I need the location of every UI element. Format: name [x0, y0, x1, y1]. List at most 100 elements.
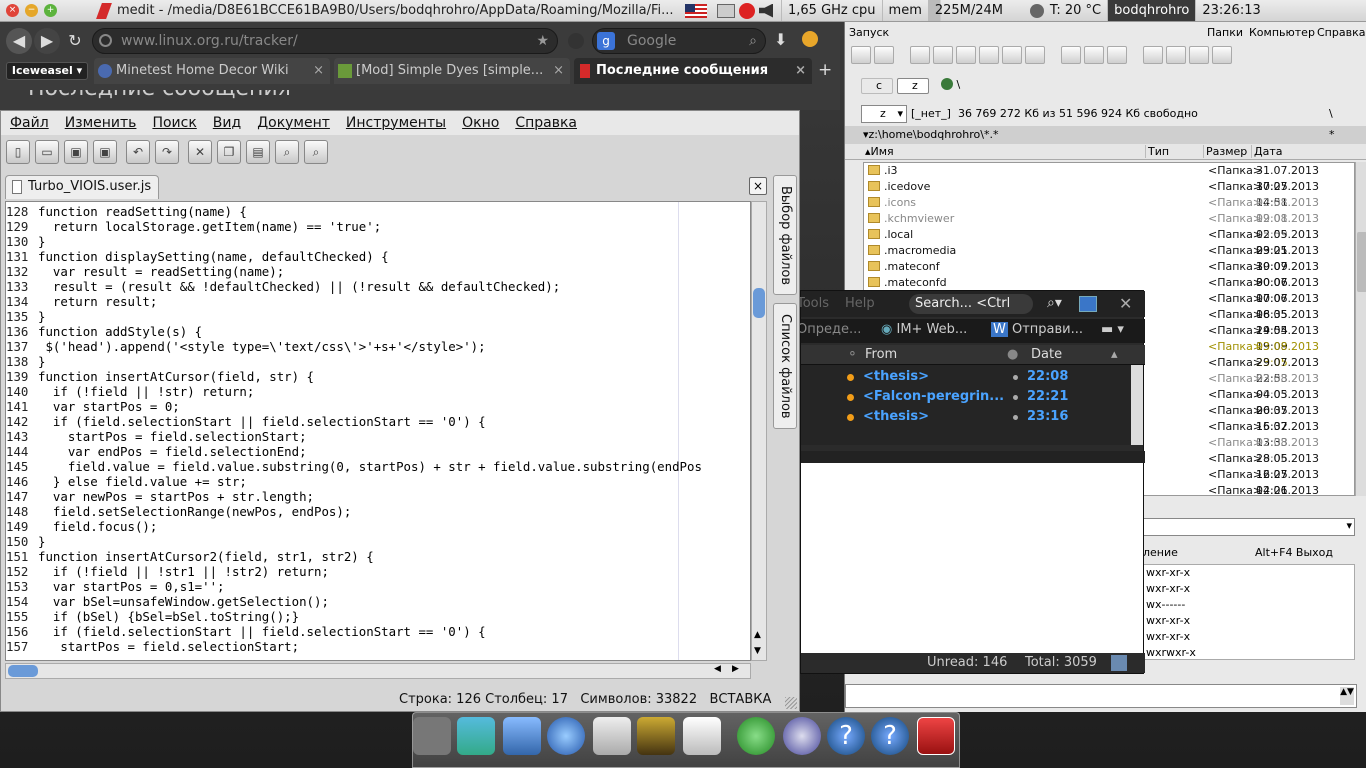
fm-bottom-input[interactable]: ▲▼: [845, 684, 1357, 708]
tab-simple-dyes[interactable]: [Mod] Simple Dyes [simple... ×: [334, 58, 570, 84]
side-tab-file-selector[interactable]: Выбор файлов: [773, 175, 797, 295]
tab-list-icon[interactable]: ▬ ▾: [1101, 322, 1124, 337]
search-icon[interactable]: ⌕: [749, 29, 757, 53]
chat-row[interactable]: <Falcon-peregrin... 22:21: [801, 387, 1145, 407]
back-button[interactable]: ◀: [6, 28, 32, 54]
fm-tool-icon[interactable]: [910, 46, 930, 64]
new-tab-button[interactable]: +: [818, 60, 832, 80]
menu-item[interactable]: Изменить: [65, 115, 137, 131]
download-icon[interactable]: ⬇: [774, 30, 787, 49]
menu-item[interactable]: Справка: [515, 115, 577, 131]
file-row[interactable]: .kchmviewer <Папка> 02.08.2013 15:59: [864, 211, 1354, 241]
fm-tool-icon[interactable]: [1189, 46, 1209, 64]
toolbar-button[interactable]: ▤: [246, 140, 270, 164]
fm-tool-icon[interactable]: [1212, 46, 1232, 64]
dock-finder-icon[interactable]: [503, 717, 541, 755]
fm-tool-icon[interactable]: [1002, 46, 1022, 64]
chat-menu-help[interactable]: Help: [845, 296, 875, 311]
fm-command-line[interactable]: ▾: [1141, 518, 1355, 536]
drive-select[interactable]: z ▾: [861, 105, 907, 123]
dock-photo-icon[interactable]: [637, 717, 675, 755]
file-row[interactable]: .mateconf <Папка> 30.07.2013 00:06: [864, 259, 1354, 289]
chat-col-flag[interactable]: ⚬: [847, 345, 858, 365]
fm-tool-icon[interactable]: [979, 46, 999, 64]
tab-close-icon[interactable]: ×: [313, 58, 324, 84]
col-date[interactable]: Дата: [1251, 145, 1282, 158]
dock-preview-icon[interactable]: [683, 717, 721, 755]
fm-menu-folders[interactable]: Папки: [1207, 26, 1243, 39]
tab-close-icon[interactable]: ×: [553, 58, 564, 84]
close-document-button[interactable]: ×: [749, 177, 767, 195]
path-text[interactable]: ▾z:\home\bodqhrohro\*.*: [863, 128, 998, 141]
sync-icon[interactable]: [1111, 655, 1127, 671]
fm-tool-icon[interactable]: [1107, 46, 1127, 64]
bookmark-star-icon[interactable]: ★: [536, 29, 549, 53]
toolbar-button[interactable]: ✕: [188, 140, 212, 164]
toolbar-button[interactable]: ↷: [155, 140, 179, 164]
fm-tool-icon[interactable]: [1143, 46, 1163, 64]
col-type[interactable]: Тип: [1145, 145, 1203, 158]
fm-tool-icon[interactable]: [874, 46, 894, 64]
tab-minetest[interactable]: Minetest Home Decor Wiki ×: [94, 58, 330, 84]
menu-item[interactable]: Окно: [462, 115, 499, 131]
side-tab-file-list[interactable]: Список файлов: [773, 303, 797, 429]
fm-launch-menu[interactable]: Запуск: [849, 26, 889, 39]
maximize-window-button[interactable]: +: [44, 4, 57, 17]
dock-pidgin-icon[interactable]: [783, 717, 821, 755]
menu-item[interactable]: Инструменты: [346, 115, 446, 131]
chat-tab-2[interactable]: W Отправи...: [991, 322, 1083, 337]
filter-star[interactable]: *: [1329, 128, 1335, 141]
mute-icon[interactable]: [739, 2, 755, 19]
close-window-button[interactable]: ×: [6, 4, 19, 17]
chat-tab-0[interactable]: Опреде...: [797, 322, 861, 337]
file-row[interactable]: .i3 <Папка> 31.07.2013 17:25: [864, 163, 1354, 193]
chat-menu-tools[interactable]: Tools: [797, 296, 829, 311]
fm-list-scrollbar[interactable]: [1355, 162, 1366, 496]
url-bar[interactable]: www.linux.org.ru/tracker/ ★: [92, 28, 558, 54]
dock-help-icon[interactable]: ?: [871, 717, 909, 755]
drive-z-button[interactable]: z: [897, 78, 929, 94]
file-row[interactable]: .icons <Папка> 02.08.2013 19:01: [864, 195, 1354, 225]
toolbar-button[interactable]: ▭: [35, 140, 59, 164]
minimize-window-button[interactable]: −: [25, 4, 38, 17]
toolbar-button[interactable]: ▣: [93, 140, 117, 164]
tab-close-icon[interactable]: ×: [795, 58, 806, 84]
toolbar-button[interactable]: ▣: [64, 140, 88, 164]
fm-tool-icon[interactable]: [956, 46, 976, 64]
root-shortcut[interactable]: \: [1329, 107, 1333, 120]
document-tab[interactable]: Turbo_VIOIS.user.js: [5, 175, 159, 199]
toolbar-button[interactable]: ▯: [6, 140, 30, 164]
file-row[interactable]: .mateconfd <Папка> 30.07.2013 00:07: [864, 275, 1354, 305]
fm-tool-icon[interactable]: [1025, 46, 1045, 64]
file-row[interactable]: .macromedia <Папка> 29.05.2013 19:09: [864, 243, 1354, 273]
fkey-label[interactable]: ление: [1143, 546, 1178, 559]
tab-tracker-active[interactable]: Последние сообщения ×: [574, 58, 812, 84]
chat-row[interactable]: <thesis> 22:08: [801, 367, 1145, 387]
dock-quill-icon[interactable]: [457, 717, 495, 755]
search-options-icon[interactable]: ⌕▾: [1047, 295, 1062, 311]
chat-window-icon[interactable]: [1079, 296, 1097, 312]
editor-vertical-scrollbar[interactable]: ▲ ▼: [751, 201, 767, 661]
addon-icon[interactable]: [802, 31, 818, 47]
file-row[interactable]: .local <Папка> 02.05.2013 03:21: [864, 227, 1354, 257]
dock-help-icon[interactable]: ?: [827, 717, 865, 755]
code-editor[interactable]: 128 function readSetting(name) {129 retur…: [5, 201, 751, 661]
dock-filemanager-icon[interactable]: [737, 717, 775, 755]
fm-tool-icon[interactable]: [1166, 46, 1186, 64]
scroll-up-icon[interactable]: ▲: [754, 630, 761, 640]
dock-browser-icon[interactable]: [547, 717, 585, 755]
dock-settings-icon[interactable]: [413, 717, 451, 755]
app-menu-button[interactable]: Iceweasel ▾: [6, 62, 88, 80]
dock-medit-icon[interactable]: [917, 717, 955, 755]
forward-button[interactable]: ▶: [34, 28, 60, 54]
chat-col-from[interactable]: From: [865, 345, 897, 365]
chat-search-box[interactable]: Search... <Ctrl: [909, 294, 1033, 314]
menu-item[interactable]: Вид: [213, 115, 241, 131]
volume-icon[interactable]: [759, 3, 773, 18]
scroll-thumb[interactable]: [1357, 232, 1366, 292]
chat-tab-1[interactable]: ◉ IM+ Web...: [881, 322, 967, 337]
feed-icon[interactable]: [568, 33, 584, 49]
chat-close-icon[interactable]: ✕: [1119, 294, 1132, 313]
toolbar-button[interactable]: ⌕: [304, 140, 328, 164]
scroll-thumb[interactable]: [753, 288, 765, 318]
